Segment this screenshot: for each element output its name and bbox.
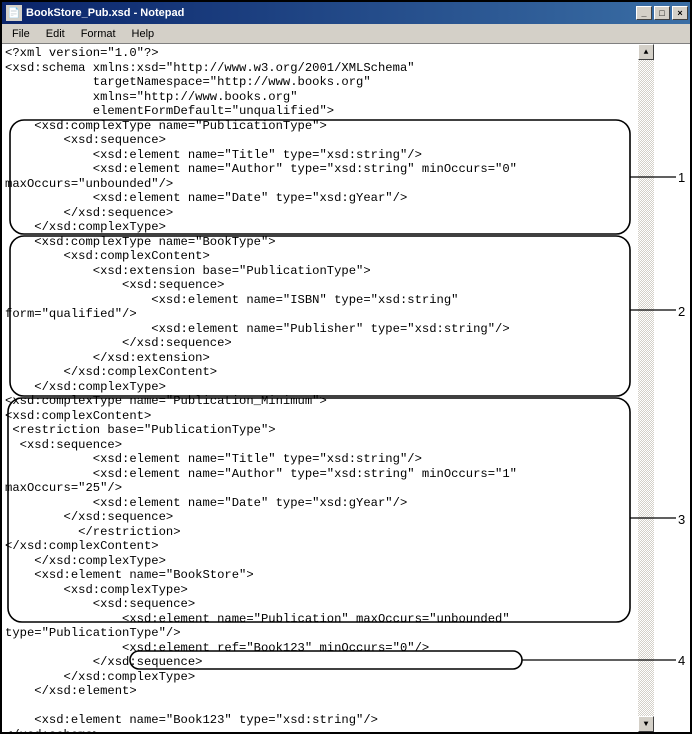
scroll-up-button[interactable]: ▲ (638, 44, 654, 60)
annotation-label-1: 1 (678, 170, 685, 185)
menu-help[interactable]: Help (124, 26, 163, 42)
menu-file[interactable]: File (4, 26, 38, 42)
scroll-down-button[interactable]: ▼ (638, 716, 654, 732)
annotation-label-3: 3 (678, 512, 685, 527)
menu-format[interactable]: Format (73, 26, 124, 42)
menu-edit[interactable]: Edit (38, 26, 73, 42)
close-button[interactable]: × (672, 6, 688, 20)
window-title: BookStore_Pub.xsd - Notepad (26, 7, 634, 19)
scroll-track[interactable] (638, 60, 654, 716)
text-content[interactable]: <?xml version="1.0"?> <xsd:schema xmlns:… (5, 46, 637, 732)
menu-bar: File Edit Format Help (2, 24, 690, 44)
minimize-button[interactable]: _ (636, 6, 652, 20)
client-area: <?xml version="1.0"?> <xsd:schema xmlns:… (2, 44, 690, 732)
annotation-label-2: 2 (678, 304, 685, 319)
annotation-label-4: 4 (678, 653, 685, 668)
maximize-button[interactable]: □ (654, 6, 670, 20)
title-bar: 📄 BookStore_Pub.xsd - Notepad _ □ × (2, 2, 690, 24)
vertical-scrollbar[interactable]: ▲ ▼ (638, 44, 654, 732)
app-icon-glyph: 📄 (8, 8, 20, 19)
app-icon: 📄 (6, 5, 22, 21)
text-viewport: <?xml version="1.0"?> <xsd:schema xmlns:… (2, 44, 640, 732)
